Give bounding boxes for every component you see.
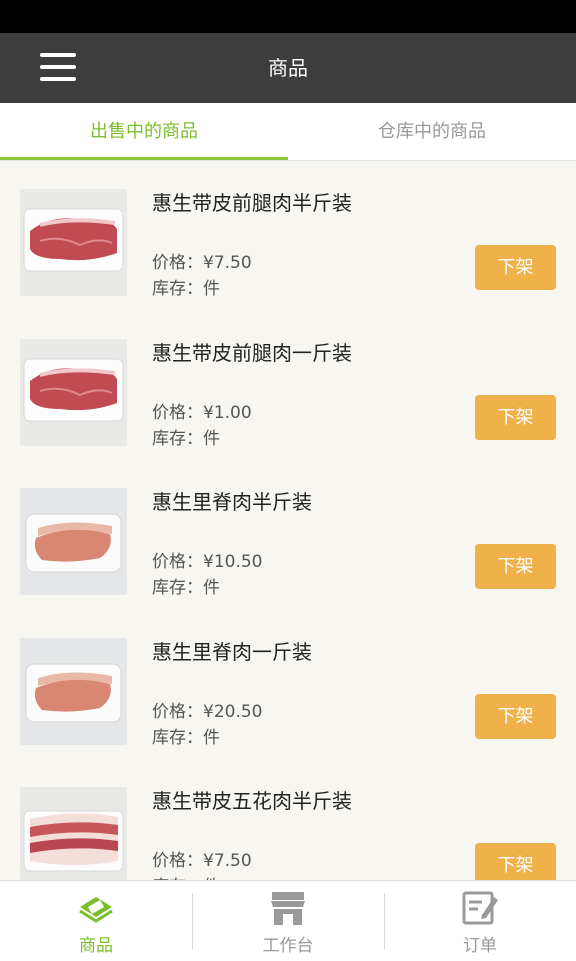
product-stock: 库存：件 bbox=[152, 872, 220, 880]
goods-icon bbox=[79, 897, 113, 923]
product-name: 惠生带皮前腿肉半斤装 bbox=[152, 191, 352, 215]
product-image bbox=[20, 488, 127, 595]
product-item[interactable]: 惠生带皮前腿肉一斤装 价格：¥1.00 库存：件 下架 bbox=[0, 311, 576, 461]
product-name: 惠生里脊肉半斤装 bbox=[152, 490, 312, 514]
tab-warehouse[interactable]: 仓库中的商品 bbox=[288, 103, 576, 160]
product-stock: 库存：件 bbox=[152, 428, 220, 449]
nav-orders-label: 订单 bbox=[463, 936, 497, 956]
tab-bar: 出售中的商品 仓库中的商品 bbox=[0, 103, 576, 161]
product-item[interactable]: 惠生里脊肉一斤装 价格：¥20.50 库存：件 下架 bbox=[0, 610, 576, 760]
tab-on-sale[interactable]: 出售中的商品 bbox=[0, 103, 288, 160]
product-stock: 库存：件 bbox=[152, 578, 220, 598]
nav-goods-label: 商品 bbox=[79, 936, 113, 956]
product-image bbox=[20, 787, 127, 880]
store-icon bbox=[271, 892, 305, 925]
product-price: 价格：¥20.50 bbox=[152, 701, 263, 722]
nav-orders[interactable]: 订单 bbox=[384, 881, 576, 961]
product-image bbox=[20, 338, 127, 446]
app-bar: 商品 bbox=[0, 33, 576, 103]
delist-button[interactable]: 下架 bbox=[475, 245, 556, 290]
page-title: 商品 bbox=[268, 56, 308, 80]
delist-button[interactable]: 下架 bbox=[475, 544, 556, 589]
product-list: 惠生带皮前腿肉半斤装 价格：¥7.50 库存：件 下架 惠生带皮前腿肉一斤装 价… bbox=[0, 161, 576, 880]
delist-button[interactable]: 下架 bbox=[475, 693, 556, 739]
order-edit-icon bbox=[462, 891, 498, 925]
nav-workbench-label: 工作台 bbox=[262, 936, 314, 956]
product-stock: 库存：件 bbox=[152, 727, 220, 748]
product-stock: 库存：件 bbox=[152, 279, 220, 299]
bottom-nav: 商品 工作台 订单 bbox=[0, 880, 576, 961]
product-price: 价格：¥7.50 bbox=[152, 851, 252, 871]
nav-goods[interactable]: 商品 bbox=[0, 881, 192, 961]
product-item[interactable]: 惠生带皮前腿肉半斤装 价格：¥7.50 库存：件 下架 bbox=[0, 161, 576, 311]
product-name: 惠生里脊肉一斤装 bbox=[152, 639, 312, 664]
product-image bbox=[20, 189, 127, 296]
delist-button[interactable]: 下架 bbox=[475, 394, 556, 440]
product-name: 惠生带皮前腿肉一斤装 bbox=[152, 340, 352, 365]
product-name: 惠生带皮五花肉半斤装 bbox=[152, 789, 352, 813]
status-bar bbox=[0, 0, 576, 33]
product-price: 价格：¥10.50 bbox=[152, 552, 263, 572]
product-item[interactable]: 惠生带皮五花肉半斤装 价格：¥7.50 库存：件 下架 bbox=[0, 759, 576, 880]
product-image bbox=[20, 637, 127, 745]
product-item[interactable]: 惠生里脊肉半斤装 价格：¥10.50 库存：件 下架 bbox=[0, 460, 576, 610]
product-price: 价格：¥1.00 bbox=[152, 402, 252, 423]
product-price: 价格：¥7.50 bbox=[152, 253, 252, 273]
delist-button[interactable]: 下架 bbox=[475, 843, 556, 880]
nav-workbench[interactable]: 工作台 bbox=[192, 881, 384, 961]
